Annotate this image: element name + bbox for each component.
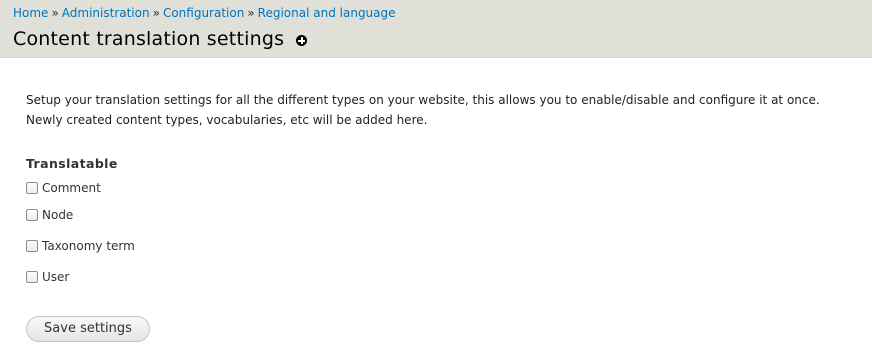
breadcrumb-configuration[interactable]: Configuration: [163, 6, 244, 20]
settings-form: Setup your translation settings for all …: [26, 90, 846, 292]
breadcrumb-administration[interactable]: Administration: [62, 6, 150, 20]
option-node[interactable]: Node: [26, 199, 846, 230]
node-checkbox[interactable]: [26, 208, 38, 221]
user-checkbox[interactable]: [26, 270, 38, 283]
breadcrumb-home[interactable]: Home: [13, 6, 48, 20]
option-taxonomy-term[interactable]: Taxonomy term: [26, 230, 846, 261]
breadcrumb: Home» Administration» Configuration» Region…: [13, 5, 396, 21]
option-label[interactable]: Comment: [42, 180, 101, 196]
option-label[interactable]: User: [42, 269, 69, 285]
breadcrumb-regional-and-language[interactable]: Regional and language: [258, 6, 396, 20]
translatable-options: Comment Node Taxonomy term User: [26, 176, 846, 292]
breadcrumb-separator: »: [152, 6, 160, 20]
breadcrumb-separator: »: [247, 6, 255, 20]
option-comment[interactable]: Comment: [26, 176, 846, 199]
form-description: Setup your translation settings for all …: [26, 93, 820, 127]
translatable-fieldset-title: Translatable: [26, 156, 118, 171]
save-settings-button[interactable]: Save settings: [26, 316, 150, 342]
taxonomy-term-checkbox[interactable]: [26, 239, 38, 252]
page-title-row: Content translation settings: [13, 26, 308, 52]
page-header: Home» Administration» Configuration» Region…: [0, 0, 872, 58]
option-label[interactable]: Node: [42, 207, 73, 223]
add-shortcut-icon[interactable]: [296, 35, 308, 46]
option-label[interactable]: Taxonomy term: [42, 238, 135, 254]
comment-checkbox[interactable]: [26, 181, 38, 194]
page-title: Content translation settings: [13, 28, 285, 50]
option-user[interactable]: User: [26, 261, 846, 292]
breadcrumb-separator: »: [51, 6, 59, 20]
